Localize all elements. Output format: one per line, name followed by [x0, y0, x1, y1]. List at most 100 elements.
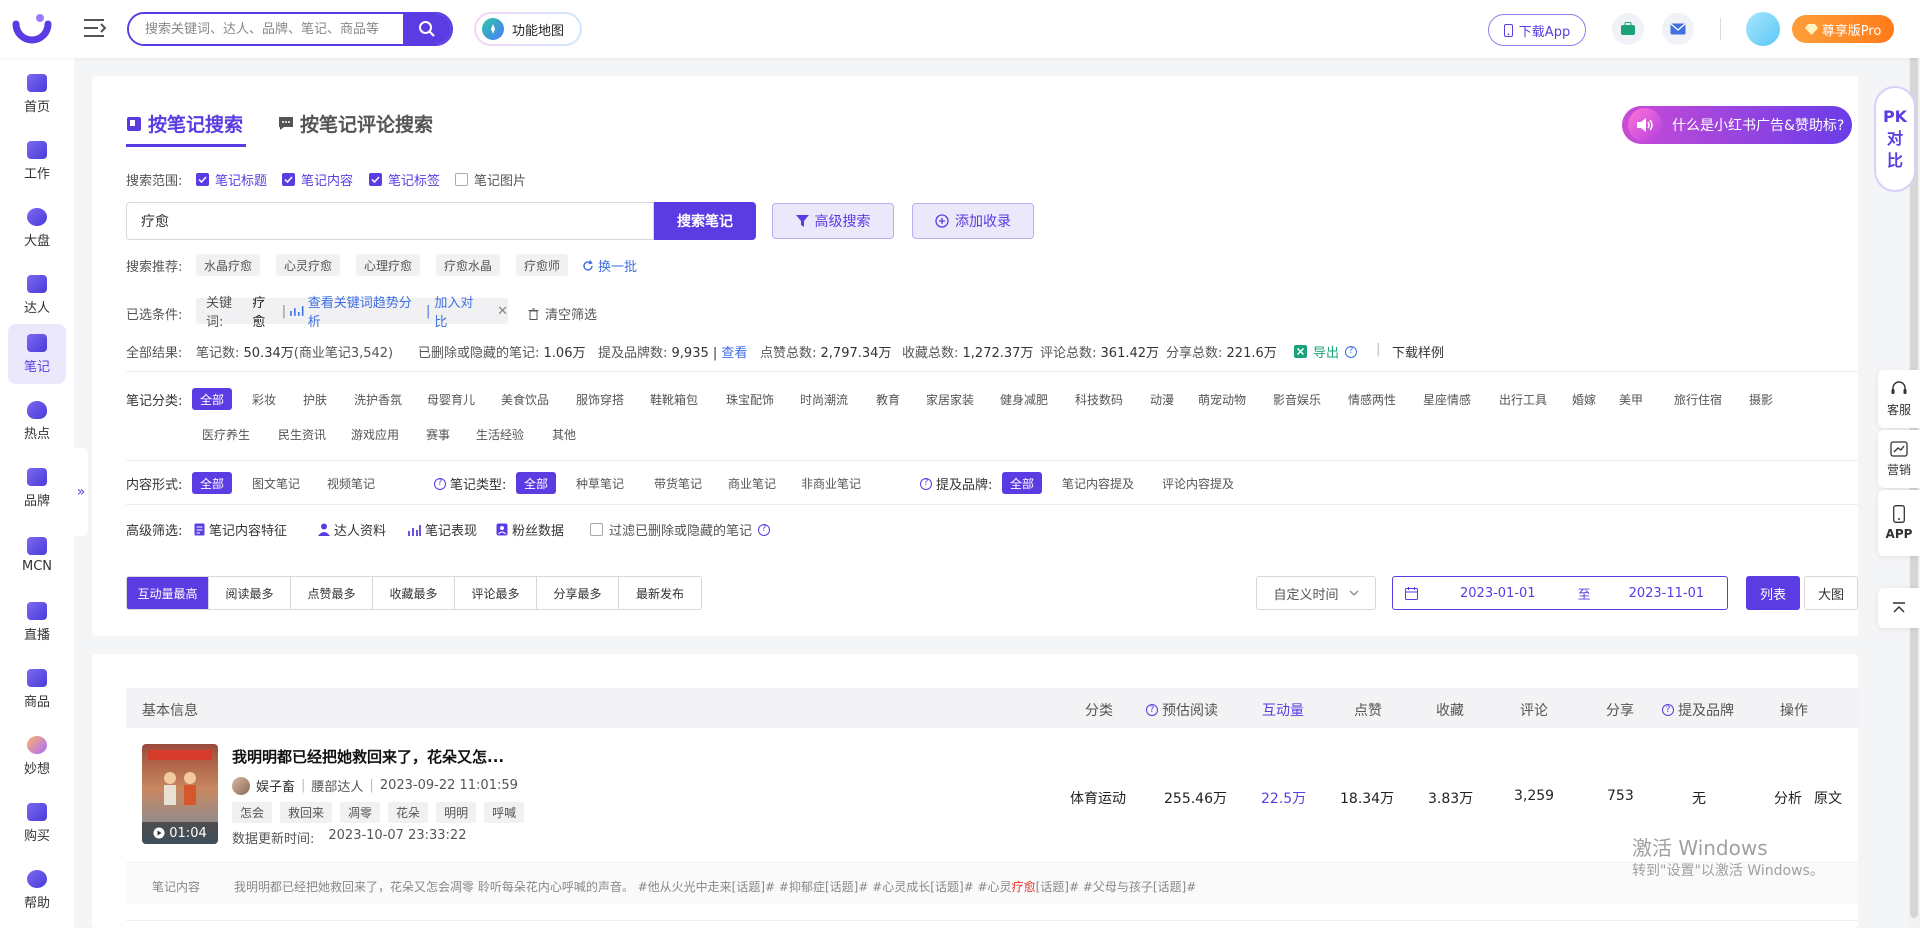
header-interact[interactable]: 互动量: [1262, 700, 1304, 720]
note-type-option[interactable]: 带货笔记: [654, 472, 702, 494]
sort-option[interactable]: 评论最多: [455, 577, 537, 609]
note-thumbnail[interactable]: 01:04: [142, 744, 218, 844]
category-option[interactable]: 生活经验: [476, 423, 524, 445]
header-comment[interactable]: 评论: [1520, 700, 1548, 720]
content-form-option[interactable]: 全部: [192, 472, 233, 494]
back-to-top-button[interactable]: [1878, 588, 1920, 628]
global-search-button[interactable]: [403, 14, 451, 44]
trend-analysis-link[interactable]: 查看关键词趋势分析: [308, 292, 422, 330]
note-type-option[interactable]: 非商业笔记: [801, 472, 861, 494]
original-link[interactable]: 原文: [1814, 788, 1842, 808]
category-option[interactable]: 动漫: [1150, 388, 1174, 410]
pro-membership-button[interactable]: 尊享版Pro: [1792, 15, 1894, 43]
header-est-read[interactable]: ? 预估阅读: [1146, 700, 1218, 720]
note-type-option[interactable]: 全部: [516, 472, 557, 494]
sidebar-item-idea[interactable]: 妙想: [8, 726, 66, 786]
app-download-button[interactable]: APP: [1878, 490, 1920, 556]
advanced-influencer-profile[interactable]: 达人资料: [318, 520, 386, 539]
category-option[interactable]: 母婴育儿: [427, 388, 475, 410]
keyword-input[interactable]: [126, 202, 654, 240]
ad-info-button[interactable]: 什么是小红书广告&赞助标?: [1622, 106, 1852, 144]
export-button[interactable]: 导出 ?: [1294, 342, 1358, 361]
workbench-button[interactable]: [1612, 13, 1644, 45]
customer-service-button[interactable]: 客服: [1878, 370, 1920, 428]
category-option[interactable]: 美食饮品: [501, 388, 549, 410]
avatar[interactable]: [1746, 12, 1780, 46]
pk-compare-button[interactable]: PK 对 比: [1874, 86, 1916, 192]
help-icon[interactable]: ?: [1662, 704, 1674, 716]
advanced-search-button[interactable]: 高级搜索: [772, 203, 894, 239]
advanced-note-features[interactable]: 笔记内容特征: [194, 520, 287, 539]
header-likes[interactable]: 点赞: [1354, 700, 1382, 720]
category-option[interactable]: 萌宠动物: [1198, 388, 1246, 410]
sort-option[interactable]: 最新发布: [619, 577, 701, 609]
category-option[interactable]: 全部: [192, 388, 233, 410]
category-option[interactable]: 鞋靴箱包: [650, 388, 698, 410]
category-option[interactable]: 珠宝配饰: [726, 388, 774, 410]
recommend-tag[interactable]: 心理疗愈: [356, 254, 421, 276]
sidebar-item-notes[interactable]: 笔记: [8, 324, 66, 384]
sort-option[interactable]: 收藏最多: [373, 577, 455, 609]
recommend-tag[interactable]: 心灵疗愈: [276, 254, 341, 276]
note-title[interactable]: 我明明都已经把她救回来了，花朵又怎...: [232, 746, 504, 767]
view-list-button[interactable]: 列表: [1746, 576, 1800, 610]
add-collection-button[interactable]: 添加收录: [912, 203, 1034, 239]
category-option[interactable]: 医疗养生: [202, 423, 250, 445]
category-option[interactable]: 赛事: [426, 423, 450, 445]
search-notes-button[interactable]: 搜索笔记: [654, 202, 756, 240]
help-icon[interactable]: ?: [758, 523, 771, 536]
advanced-note-performance[interactable]: 笔记表现: [408, 520, 477, 539]
sort-option[interactable]: 点赞最多: [291, 577, 373, 609]
recommend-tag[interactable]: 水晶疗愈: [196, 254, 261, 276]
brand-mention-option[interactable]: 评论内容提及: [1162, 472, 1234, 494]
category-option[interactable]: 健身减肥: [1000, 388, 1048, 410]
category-option[interactable]: 婚嫁: [1572, 388, 1596, 410]
download-sample-link[interactable]: 下载样例: [1392, 342, 1444, 361]
messages-button[interactable]: [1662, 13, 1694, 45]
sort-option[interactable]: 互动量最高: [127, 577, 209, 609]
sidebar-item-home[interactable]: 首页: [8, 64, 66, 124]
category-option[interactable]: 教育: [876, 388, 900, 410]
help-icon[interactable]: ?: [1345, 345, 1358, 358]
category-option[interactable]: 情感两性: [1348, 388, 1396, 410]
help-icon[interactable]: ?: [1146, 704, 1158, 716]
category-option[interactable]: 彩妆: [252, 388, 276, 410]
category-option[interactable]: 家居家装: [926, 388, 974, 410]
category-option[interactable]: 出行工具: [1499, 388, 1547, 410]
note-type-option[interactable]: 种草笔记: [576, 472, 624, 494]
brand-mention-option[interactable]: 全部: [1002, 472, 1043, 494]
advanced-fans-data[interactable]: 粉丝数据: [496, 520, 564, 539]
category-option[interactable]: 洗护香氛: [354, 388, 402, 410]
scope-note-title-checkbox[interactable]: 笔记标题: [196, 170, 267, 189]
logo-icon[interactable]: [12, 12, 52, 44]
tab-search-by-note[interactable]: 按笔记搜索: [126, 110, 243, 137]
category-option[interactable]: 摄影: [1749, 388, 1773, 410]
category-option[interactable]: 时尚潮流: [800, 388, 848, 410]
menu-toggle-icon[interactable]: [84, 17, 108, 39]
time-range-select[interactable]: 自定义时间: [1256, 576, 1376, 610]
filter-deleted-checkbox[interactable]: 过滤已删除或隐藏的笔记 ?: [590, 520, 771, 539]
view-brands-link[interactable]: 查看: [721, 346, 747, 361]
category-option[interactable]: 其他: [552, 423, 576, 445]
brand-mention-option[interactable]: 笔记内容提及: [1062, 472, 1134, 494]
date-to[interactable]: 2023-11-01: [1629, 586, 1705, 601]
note-type-option[interactable]: 商业笔记: [728, 472, 776, 494]
sidebar-item-live[interactable]: 直播: [8, 592, 66, 652]
refresh-recommend-button[interactable]: 换一批: [582, 256, 637, 275]
recommend-tag[interactable]: 疗愈师: [516, 254, 569, 276]
content-form-option[interactable]: 图文笔记: [252, 472, 300, 494]
sidebar-expand-button[interactable]: »: [74, 448, 88, 536]
date-from[interactable]: 2023-01-01: [1460, 586, 1536, 601]
scope-note-image-checkbox[interactable]: 笔记图片: [455, 170, 526, 189]
category-option[interactable]: 民生资讯: [278, 423, 326, 445]
sidebar-item-brand[interactable]: 品牌: [8, 458, 66, 518]
sidebar-item-goods[interactable]: 商品: [8, 659, 66, 719]
sidebar-item-help[interactable]: 帮助: [8, 860, 66, 920]
scope-note-content-checkbox[interactable]: 笔记内容: [282, 170, 353, 189]
header-share[interactable]: 分享: [1606, 700, 1634, 720]
category-option[interactable]: 科技数码: [1075, 388, 1123, 410]
sidebar-item-buy[interactable]: 购买: [8, 793, 66, 853]
author-name[interactable]: 娱子畜: [256, 776, 295, 795]
sidebar-item-hot[interactable]: 热点: [8, 391, 66, 451]
header-collect[interactable]: 收藏: [1436, 700, 1464, 720]
